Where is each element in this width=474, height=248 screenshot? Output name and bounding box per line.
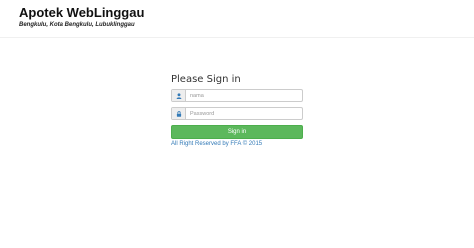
username-field-group xyxy=(171,89,303,102)
password-input[interactable] xyxy=(186,108,302,119)
page-header: Apotek WebLinggau Bengkulu, Kota Bengkul… xyxy=(0,0,474,38)
app-title: Apotek WebLinggau xyxy=(19,5,145,20)
password-field-group xyxy=(171,107,303,120)
copyright-link[interactable]: All Right Reserved by FFA © 2015 xyxy=(171,141,303,147)
username-input[interactable] xyxy=(186,90,302,101)
sign-in-button[interactable]: Sign in xyxy=(171,125,303,139)
user-icon xyxy=(172,90,186,101)
lock-icon xyxy=(172,108,186,119)
login-form: Please Sign in Sign in All Right Reserve… xyxy=(171,74,303,147)
app-subtitle: Bengkulu, Kota Bengkulu, Lubuklinggau xyxy=(19,22,135,28)
login-heading: Please Sign in xyxy=(171,74,241,85)
